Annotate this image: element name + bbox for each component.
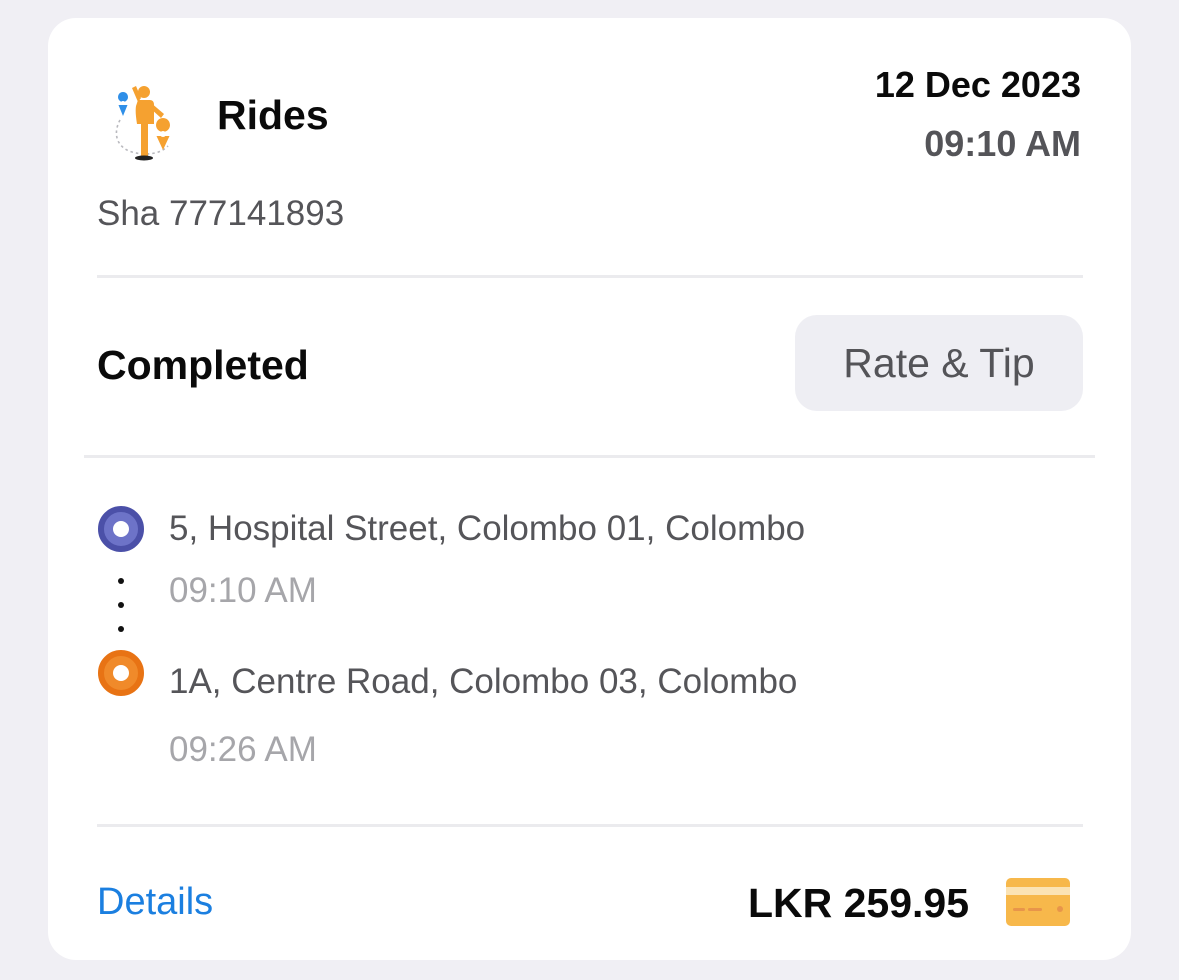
details-link[interactable]: Details bbox=[97, 881, 213, 923]
dropoff-time: 09:26 AM bbox=[169, 730, 317, 769]
rate-and-tip-button[interactable]: Rate & Tip bbox=[795, 315, 1083, 411]
pickup-time: 09:10 AM bbox=[169, 571, 317, 610]
driver-info: Sha 777141893 bbox=[97, 194, 345, 233]
ride-status: Completed bbox=[97, 342, 309, 388]
route-connector-dot bbox=[118, 626, 124, 632]
rides-person-pin-icon bbox=[115, 86, 171, 161]
service-name: Rides bbox=[217, 92, 329, 138]
route-connector-dot bbox=[118, 602, 124, 608]
pickup-marker-icon bbox=[98, 506, 144, 552]
pickup-address: 5, Hospital Street, Colombo 01, Colombo bbox=[169, 509, 806, 548]
divider bbox=[84, 455, 1095, 458]
ride-card[interactable]: Rides 12 Dec 2023 09:10 AM Sha 777141893… bbox=[48, 18, 1131, 960]
divider bbox=[97, 824, 1083, 827]
trip-date: 12 Dec 2023 bbox=[874, 64, 1081, 105]
dropoff-address: 1A, Centre Road, Colombo 03, Colombo bbox=[169, 662, 798, 701]
dropoff-marker-icon bbox=[98, 650, 144, 696]
trip-time: 09:10 AM bbox=[924, 123, 1081, 164]
divider bbox=[97, 275, 1083, 278]
route-connector-dot bbox=[118, 578, 124, 584]
fare-amount: LKR 259.95 bbox=[747, 880, 969, 926]
credit-card-icon bbox=[1006, 878, 1070, 926]
